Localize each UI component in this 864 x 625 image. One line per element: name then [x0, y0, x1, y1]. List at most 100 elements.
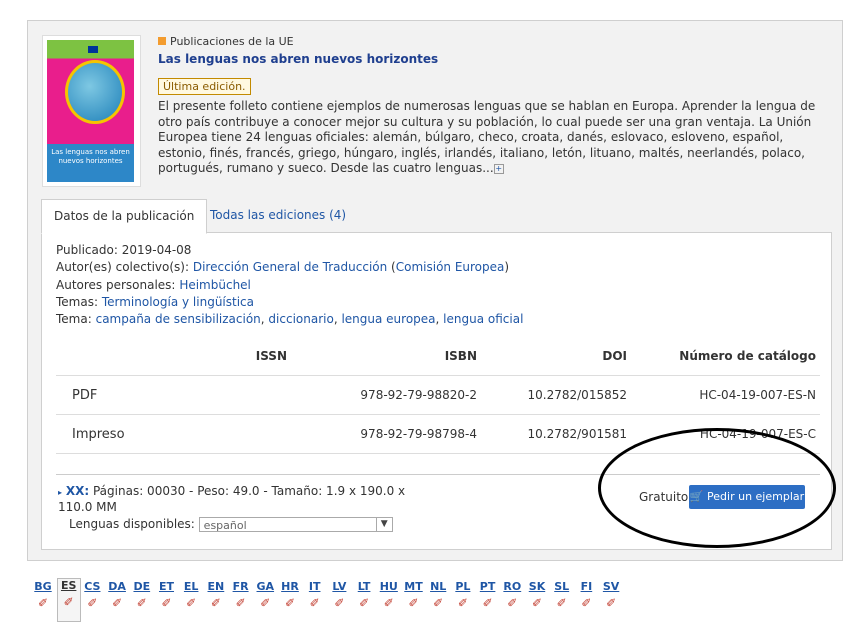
- tab-all-editions[interactable]: Todas las ediciones (4): [198, 199, 358, 232]
- doi-cell: 10.2782/015852: [481, 375, 631, 415]
- language-code[interactable]: LV: [328, 580, 350, 593]
- language-code[interactable]: ES: [58, 579, 80, 592]
- language-item-en[interactable]: EN ✐: [205, 580, 227, 610]
- tab-publication-data[interactable]: Datos de la publicación: [41, 199, 208, 234]
- pdf-icon[interactable]: ✐: [136, 597, 148, 610]
- subject-link[interactable]: campaña de sensibilización: [96, 312, 261, 326]
- language-code[interactable]: IT: [304, 580, 326, 593]
- pdf-icon[interactable]: ✐: [210, 597, 222, 610]
- language-code[interactable]: DA: [106, 580, 128, 593]
- pdf-icon[interactable]: ✐: [482, 597, 494, 610]
- expand-arrow-icon[interactable]: ▸: [58, 488, 62, 497]
- language-item-de[interactable]: DE ✐: [131, 580, 153, 610]
- language-item-pl[interactable]: PL ✐: [452, 580, 474, 610]
- language-code[interactable]: BG: [32, 580, 54, 593]
- subject-link[interactable]: diccionario: [268, 312, 333, 326]
- isbn-cell: 978-92-79-98798-4: [291, 414, 481, 454]
- author-link[interactable]: Dirección General de Traducción: [193, 260, 387, 274]
- language-item-hr[interactable]: HR ✐: [279, 580, 301, 610]
- language-item-ga[interactable]: GA ✐: [254, 580, 276, 610]
- pdf-icon[interactable]: ✐: [556, 597, 568, 610]
- language-code[interactable]: EN: [205, 580, 227, 593]
- language-item-sl[interactable]: SL ✐: [551, 580, 573, 610]
- pdf-icon[interactable]: ✐: [86, 597, 98, 610]
- language-item-sk[interactable]: SK ✐: [526, 580, 548, 610]
- print-info: ▸ XX: Páginas: 00030 - Peso: 49.0 - Tama…: [58, 484, 418, 515]
- subject-link[interactable]: lengua oficial: [443, 312, 523, 326]
- language-item-bg[interactable]: BG ✐: [32, 580, 54, 610]
- personal-author-link[interactable]: Heimbüchel: [179, 278, 251, 292]
- cover-art: [47, 40, 134, 144]
- language-code[interactable]: CS: [81, 580, 103, 593]
- language-code[interactable]: PT: [477, 580, 499, 593]
- pdf-icon[interactable]: ✐: [333, 597, 345, 610]
- themes-row: Temas: Terminología y lingüística: [56, 295, 254, 309]
- pdf-icon[interactable]: ✐: [457, 597, 469, 610]
- language-code[interactable]: GA: [254, 580, 276, 593]
- language-code[interactable]: ET: [156, 580, 178, 593]
- language-code[interactable]: SV: [600, 580, 622, 593]
- language-code[interactable]: FI: [575, 580, 597, 593]
- table-header-row: ISSN ISBN DOI Número de catálogo: [56, 337, 820, 376]
- pdf-icon[interactable]: ✐: [580, 597, 592, 610]
- language-code[interactable]: MT: [403, 580, 425, 593]
- plus-icon[interactable]: +: [493, 163, 504, 174]
- language-code[interactable]: HU: [378, 580, 400, 593]
- language-item-hu[interactable]: HU ✐: [378, 580, 400, 610]
- language-code[interactable]: HR: [279, 580, 301, 593]
- pdf-icon[interactable]: ✐: [161, 597, 173, 610]
- publication-title[interactable]: Las lenguas nos abren nuevos horizontes: [158, 52, 438, 66]
- language-item-sv[interactable]: SV ✐: [600, 580, 622, 610]
- pdf-icon[interactable]: ✐: [259, 597, 271, 610]
- format-cell[interactable]: Impreso: [56, 414, 176, 454]
- language-item-ro[interactable]: RO ✐: [501, 580, 523, 610]
- pdf-icon[interactable]: ✐: [605, 597, 617, 610]
- pdf-icon[interactable]: ✐: [432, 597, 444, 610]
- author-org-link[interactable]: Comisión Europea: [396, 260, 505, 274]
- language-code[interactable]: DE: [131, 580, 153, 593]
- language-item-el[interactable]: EL ✐: [180, 580, 202, 610]
- language-code[interactable]: LT: [353, 580, 375, 593]
- pdf-icon[interactable]: ✐: [309, 597, 321, 610]
- language-code[interactable]: SL: [551, 580, 573, 593]
- chevron-down-icon: ▼: [375, 518, 392, 531]
- pdf-icon[interactable]: ✐: [358, 597, 370, 610]
- language-item-lt[interactable]: LT ✐: [353, 580, 375, 610]
- language-item-pt[interactable]: PT ✐: [477, 580, 499, 610]
- language-item-cs[interactable]: CS ✐: [81, 580, 103, 610]
- pdf-icon[interactable]: ✐: [63, 596, 75, 609]
- pdf-icon[interactable]: ✐: [284, 597, 296, 610]
- language-item-es[interactable]: ES ✐: [56, 578, 81, 622]
- language-code[interactable]: EL: [180, 580, 202, 593]
- language-code[interactable]: SK: [526, 580, 548, 593]
- pdf-icon[interactable]: ✐: [383, 597, 395, 610]
- table-row[interactable]: PDF 978-92-79-98820-2 10.2782/015852 HC-…: [56, 375, 820, 415]
- subject-link[interactable]: lengua europea: [341, 312, 435, 326]
- pdf-icon[interactable]: ✐: [37, 597, 49, 610]
- language-item-mt[interactable]: MT ✐: [403, 580, 425, 610]
- language-item-it[interactable]: IT ✐: [304, 580, 326, 610]
- pdf-icon[interactable]: ✐: [235, 597, 247, 610]
- language-item-fi[interactable]: FI ✐: [575, 580, 597, 610]
- language-code[interactable]: NL: [427, 580, 449, 593]
- pdf-icon[interactable]: ✐: [506, 597, 518, 610]
- language-item-nl[interactable]: NL ✐: [427, 580, 449, 610]
- language-item-et[interactable]: ET ✐: [156, 580, 178, 610]
- subjects-row: Tema: campaña de sensibilización, diccio…: [56, 312, 524, 326]
- description-text: El presente folleto contiene ejemplos de…: [158, 99, 816, 175]
- language-item-lv[interactable]: LV ✐: [328, 580, 350, 610]
- pdf-icon[interactable]: ✐: [111, 597, 123, 610]
- language-code[interactable]: RO: [501, 580, 523, 593]
- format-cell[interactable]: PDF: [56, 375, 176, 415]
- language-select[interactable]: español ▼: [198, 517, 393, 532]
- pdf-icon[interactable]: ✐: [531, 597, 543, 610]
- language-code[interactable]: FR: [230, 580, 252, 593]
- theme-link[interactable]: Terminología y lingüística: [102, 295, 254, 309]
- pdf-icon[interactable]: ✐: [185, 597, 197, 610]
- language-item-da[interactable]: DA ✐: [106, 580, 128, 610]
- language-code[interactable]: PL: [452, 580, 474, 593]
- language-item-fr[interactable]: FR ✐: [230, 580, 252, 610]
- pdf-icon[interactable]: ✐: [408, 597, 420, 610]
- cover-image[interactable]: Las lenguas nos abren nuevos horizontes: [42, 35, 141, 187]
- format-code[interactable]: XX:: [66, 484, 89, 498]
